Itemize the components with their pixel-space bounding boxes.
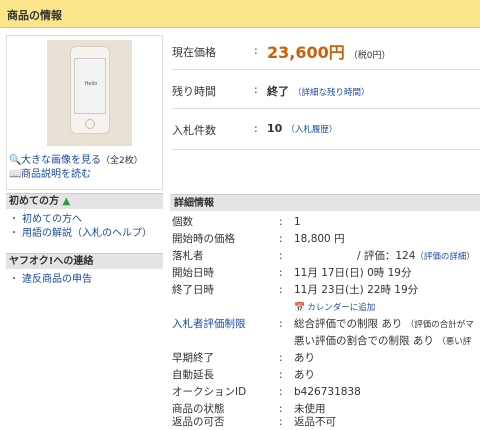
list-item: ・初めての方へ [9,214,82,225]
section-header: 商品の情報 [0,0,480,28]
calendar-wrap: 📅 カレンダーに追加 [294,299,375,316]
glossary-link[interactable]: 用語の解説（入札のヘルプ） [22,228,152,239]
image-count: （全2枚） [101,156,143,166]
table-row: 個数: 1 [172,214,480,230]
list-item: ・用語の解説（入札のヘルプ） [9,228,152,239]
read-description-link[interactable]: 商品説明を読む [21,169,91,180]
table-row: 自動延長: あり [172,367,480,383]
time-row: 残り時間 : 終了 （詳細な残り時間） [172,71,480,109]
row-value: 悪い評価の割合での制限 あり [294,335,434,347]
phone-screen-text: Hello [84,81,98,87]
row-label: 返品の可否 [172,416,225,428]
beginner-mark-icon: ▲ [62,196,71,207]
restriction-wrap: 悪い評価の割合での制限 あり （悪い評 [294,333,471,350]
report-heading: ヤフオク!への連絡 [6,253,163,269]
row-value: 18,800 円 [294,233,345,245]
table-row: 開始日時: 11月 17日(日) 0時 19分 [172,265,480,281]
tax-note: （税0円） [348,51,391,61]
time-label: 残り時間 [172,85,216,98]
row-value: 1 [294,216,301,228]
report-list: ・違反商品の申告 [9,273,164,287]
report-heading-text: ヤフオク!への連絡 [9,256,94,267]
bid-history-link[interactable]: （入札履歴） [286,125,337,135]
table-row: 悪い評価の割合での制限 あり （悪い評 [172,333,480,349]
row-value: / 評価：124 [357,250,416,262]
table-row: 返品の可否: 返品不可 [172,414,480,430]
colon: : [254,122,258,135]
bids-row: 入札件数 : 10 （入札履歴） [172,110,480,150]
bid-count: 10 [267,122,283,135]
colon: : [279,369,283,381]
product-photo[interactable]: Hello [47,40,132,146]
row-value: 11月 23日(土) 22時 19分 [294,284,419,296]
beginner-heading-text: 初めての方 [9,196,59,207]
colon: : [279,233,283,245]
row-value: b426731838 [294,386,361,398]
calendar-icon: 📅 [294,303,306,313]
enlarge-image-row: 🔍大きな画像を見る（全2枚） [9,154,159,168]
colon: : [279,416,283,428]
colon: : [279,318,283,330]
current-price: 23,600円 [267,43,345,62]
row-label: 終了日時 [172,284,214,296]
beginner-list: ・初めての方へ ・用語の解説（入札のヘルプ） [9,213,164,241]
row-label: オークションID [172,386,247,398]
add-calendar-link[interactable]: カレンダーに追加 [307,303,375,313]
table-row: 開始時の価格: 18,800 円 [172,231,480,247]
price-row: 現在価格 : 23,600円 （税0円） [172,34,480,70]
price-label: 現在価格 [172,46,216,59]
price-value-wrap: 23,600円 （税0円） [267,39,390,63]
description-row: 📖商品説明を読む [9,168,159,182]
row-value: 返品不可 [294,416,336,428]
table-row: 終了日時: 11月 23日(土) 22時 19分 [172,282,480,298]
colon: : [254,83,258,96]
bidder-restriction-link[interactable]: 入札者評価制限 [172,316,246,332]
report-violation-link[interactable]: 違反商品の申告 [22,274,92,285]
calendar-row: 📅 カレンダーに追加 [172,299,480,315]
row-label: 開始時の価格 [172,233,235,245]
row-label: 早期終了 [172,352,214,364]
section-title: 商品の情報 [7,9,62,22]
time-remaining: 終了 [267,85,289,98]
colon: : [279,250,283,262]
table-row: 落札者: / 評価：124（評価の詳細） [172,248,480,264]
colon: : [279,284,283,296]
colon: : [279,386,283,398]
row-note: （悪い評 [437,337,472,347]
enlarge-image-link[interactable]: 大きな画像を見る [21,155,101,166]
time-value-wrap: 終了 （詳細な残り時間） [267,83,370,99]
row-label: 開始日時 [172,267,214,279]
details-heading: 詳細情報 [170,194,480,211]
bids-value-wrap: 10 （入札履歴） [267,122,337,135]
colon: : [279,216,283,228]
row-note: （評価の合計がマ [405,320,474,330]
image-links: 🔍大きな画像を見る（全2枚） 📖商品説明を読む [9,154,159,182]
row-value: 11月 17日(日) 0時 19分 [294,267,412,279]
winner-rating-wrap: / 評価：124（評価の詳細） [357,248,475,265]
table-row: オークションID: b426731838 [172,384,480,400]
rating-detail-link[interactable]: （評価の詳細） [415,252,475,262]
table-row: 入札者評価制限: 総合評価での制限 あり （評価の合計がマ [172,316,480,332]
book-icon: 📖 [9,169,22,180]
colon: : [279,352,283,364]
time-detail-link[interactable]: （詳細な残り時間） [293,88,370,98]
restriction-wrap: 総合評価での制限 あり （評価の合計がマ [294,316,474,333]
phone-home-button [85,119,95,129]
colon: : [254,44,258,57]
row-label: 自動延長 [172,369,214,381]
row-value: あり [294,369,315,381]
magnifier-icon: 🔍 [9,155,22,166]
row-value: あり [294,352,315,364]
table-row: 早期終了: あり [172,350,480,366]
beginner-guide-link[interactable]: 初めての方へ [22,214,82,225]
list-item: ・違反商品の申告 [9,274,92,285]
row-value: 総合評価での制限 あり [294,318,403,330]
phone-body: Hello [70,46,110,134]
row-label: 個数 [172,216,193,228]
colon: : [279,267,283,279]
bids-label: 入札件数 [172,124,216,137]
phone-screen: Hello [74,58,106,114]
row-label: 落札者 [172,250,204,262]
beginner-heading: 初めての方 ▲ [6,193,163,209]
